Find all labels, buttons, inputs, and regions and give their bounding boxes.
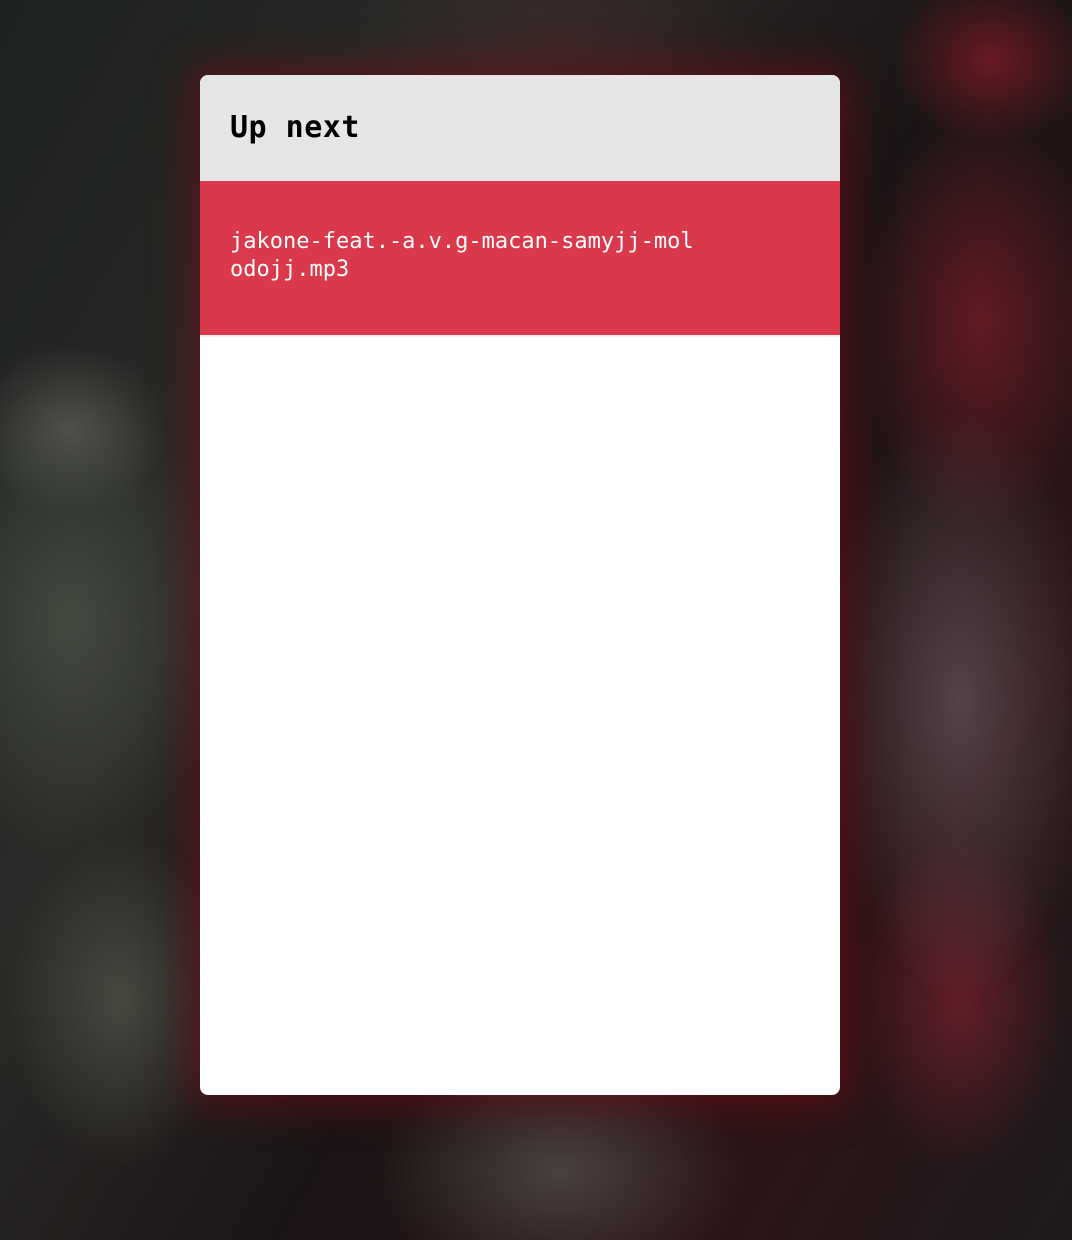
track-filename: jakone-feat.-a.v.g-macan-samyjj-molodojj… bbox=[230, 229, 694, 282]
up-next-panel: Up next jakone-feat.-a.v.g-macan-samyjj-… bbox=[200, 75, 840, 1095]
queue-list: jakone-feat.-a.v.g-macan-samyjj-molodojj… bbox=[200, 181, 840, 337]
panel-title: Up next bbox=[230, 109, 360, 145]
queue-item-active[interactable]: jakone-feat.-a.v.g-macan-samyjj-molodojj… bbox=[200, 181, 840, 337]
panel-header: Up next bbox=[200, 75, 840, 181]
